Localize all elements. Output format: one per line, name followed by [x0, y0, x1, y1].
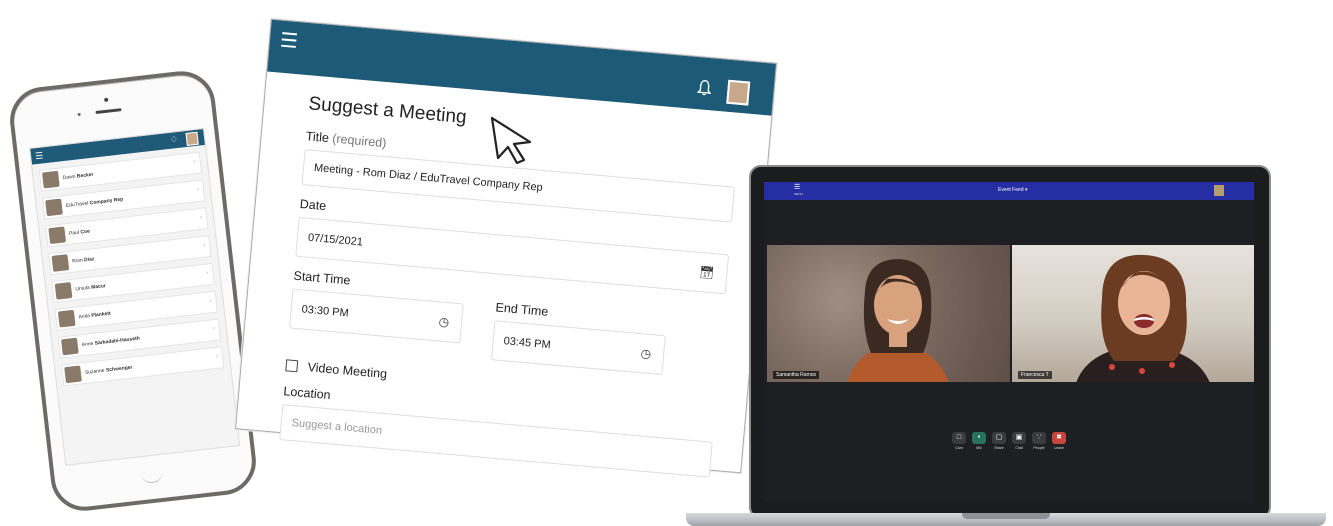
contact-first-name: EduTravel — [65, 200, 89, 210]
contact-avatar — [51, 254, 70, 272]
clock-icon[interactable]: ◷ — [639, 334, 653, 373]
participant-video — [1076, 254, 1210, 382]
share-button[interactable]: ▢ Share — [992, 432, 1006, 450]
contact-last-name: Diaz — [83, 256, 95, 264]
contact-avatar — [61, 337, 79, 356]
checkbox[interactable] — [285, 359, 299, 373]
participant-tile[interactable]: Samantha Ramos — [767, 245, 1010, 382]
participant-video — [847, 259, 949, 382]
chevron-right-icon: › — [212, 326, 216, 333]
control-label: Cam — [955, 446, 963, 450]
phone-device: ☰ ♢ Dawn Becker › EduTravel Company Rep … — [6, 67, 260, 515]
date-value: 07/15/2021 — [307, 231, 364, 249]
clock-icon[interactable]: ◷ — [437, 302, 451, 341]
mic-button[interactable]: • Mic — [972, 432, 986, 450]
video-topbar: ☰ MENU Event Feed ▾ — [764, 182, 1254, 200]
chevron-right-icon: › — [199, 214, 203, 221]
contact-first-name: Dawn — [62, 173, 76, 182]
video-meeting-label: Video Meeting — [307, 360, 388, 382]
contact-last-name: Schwenger — [105, 364, 133, 374]
chevron-right-icon: › — [206, 270, 209, 277]
contact-avatar — [42, 170, 60, 189]
contact-last-name: Sarkadahi-Hauseth — [94, 335, 141, 347]
laptop-notch — [962, 513, 1050, 519]
contact-last-name: Coe — [80, 228, 91, 236]
chevron-right-icon: › — [215, 353, 219, 361]
leave-icon[interactable]: ✖ — [1052, 432, 1066, 444]
contact-list: Dawn Becker › EduTravel Company Rep › Pa… — [33, 151, 231, 387]
control-label: Mic — [976, 446, 982, 450]
start-time-value: 03:30 PM — [301, 303, 350, 320]
participant-tile[interactable]: Francesca T — [1012, 245, 1254, 382]
bell-icon[interactable] — [696, 79, 712, 96]
control-label: Chat — [1015, 446, 1023, 450]
chevron-right-icon: › — [193, 159, 197, 166]
control-label: Leave — [1054, 446, 1064, 450]
avatar[interactable] — [1214, 185, 1224, 196]
menu-icon[interactable]: ☰ — [279, 30, 299, 53]
phone-screen: ☰ ♢ Dawn Becker › EduTravel Company Rep … — [29, 127, 241, 466]
contact-first-name: Paul — [68, 229, 80, 237]
avatar[interactable] — [726, 79, 751, 106]
menu-icon[interactable]: ☰ — [35, 150, 44, 162]
call-controls: □ Cam • Mic ▢ Share ▣ Chat ∵ People ✖ Le… — [952, 432, 1066, 450]
contact-avatar — [54, 282, 73, 300]
avatar[interactable] — [185, 131, 199, 146]
contact-first-name: Suzanne — [84, 367, 105, 376]
laptop-device: ☰ MENU Event Feed ▾ Samantha Ramos Franc… — [749, 165, 1271, 519]
chevron-right-icon: › — [209, 298, 212, 305]
end-time-input[interactable]: 03:45 PM ◷ — [490, 320, 666, 376]
chevron-right-icon: › — [196, 186, 200, 194]
phone-sensor — [77, 112, 81, 117]
end-time-group: End Time 03:45 PM ◷ — [490, 300, 668, 387]
participant-name: Francesca T — [1018, 371, 1052, 379]
video-call-screen: ☰ MENU Event Feed ▾ Samantha Ramos Franc… — [764, 182, 1254, 502]
chat-icon[interactable]: ▣ — [1012, 432, 1026, 444]
meeting-form-screen: ☰ Suggest a Meeting Title (required) Mee… — [235, 18, 777, 478]
contact-first-name: Ursula — [75, 284, 91, 293]
menu-icon[interactable]: ☰ — [794, 184, 800, 191]
contact-last-name: Plankett — [91, 310, 112, 319]
people-button[interactable]: ∵ People — [1032, 432, 1046, 450]
phone-home-indicator — [140, 470, 164, 485]
start-time-input[interactable]: 03:30 PM ◷ — [288, 288, 464, 344]
mic-icon[interactable]: • — [972, 432, 986, 444]
phone-camera — [103, 97, 109, 103]
people-icon[interactable]: ∵ — [1032, 432, 1046, 444]
control-label: Share — [994, 446, 1004, 450]
contact-first-name: Anita — [78, 313, 91, 321]
contact-last-name: Macur — [90, 283, 107, 291]
contact-avatar — [48, 226, 67, 245]
menu-label: MENU — [794, 192, 803, 196]
phone-speaker — [95, 108, 122, 115]
contact-last-name: Becker — [76, 171, 94, 180]
control-label: People — [1033, 446, 1045, 450]
chat-button[interactable]: ▣ Chat — [1012, 432, 1026, 450]
start-time-group: Start Time 03:30 PM ◷ — [287, 269, 466, 370]
leave-button[interactable]: ✖ Leave — [1052, 432, 1066, 450]
required-note: (required) — [331, 131, 387, 151]
contact-avatar — [57, 309, 76, 328]
participant-name: Samantha Ramos — [773, 371, 820, 379]
contact-last-name: Company Rep — [89, 196, 124, 207]
camera-icon[interactable]: □ — [952, 432, 966, 444]
chevron-right-icon: › — [202, 242, 206, 249]
share-icon[interactable]: ▢ — [992, 432, 1006, 444]
event-feed-dropdown[interactable]: Event Feed ▾ — [998, 187, 1027, 193]
bell-icon[interactable]: ♢ — [169, 134, 178, 146]
calendar-icon[interactable]: 📅︎ — [698, 253, 716, 292]
contact-first-name: Rom — [71, 257, 84, 265]
contact-avatar — [64, 365, 82, 384]
contact-first-name: Anne — [81, 340, 94, 349]
end-time-value: 03:45 PM — [503, 335, 552, 352]
mouse-cursor-icon — [490, 116, 532, 164]
contact-avatar — [45, 198, 63, 217]
cam-button[interactable]: □ Cam — [952, 432, 966, 450]
